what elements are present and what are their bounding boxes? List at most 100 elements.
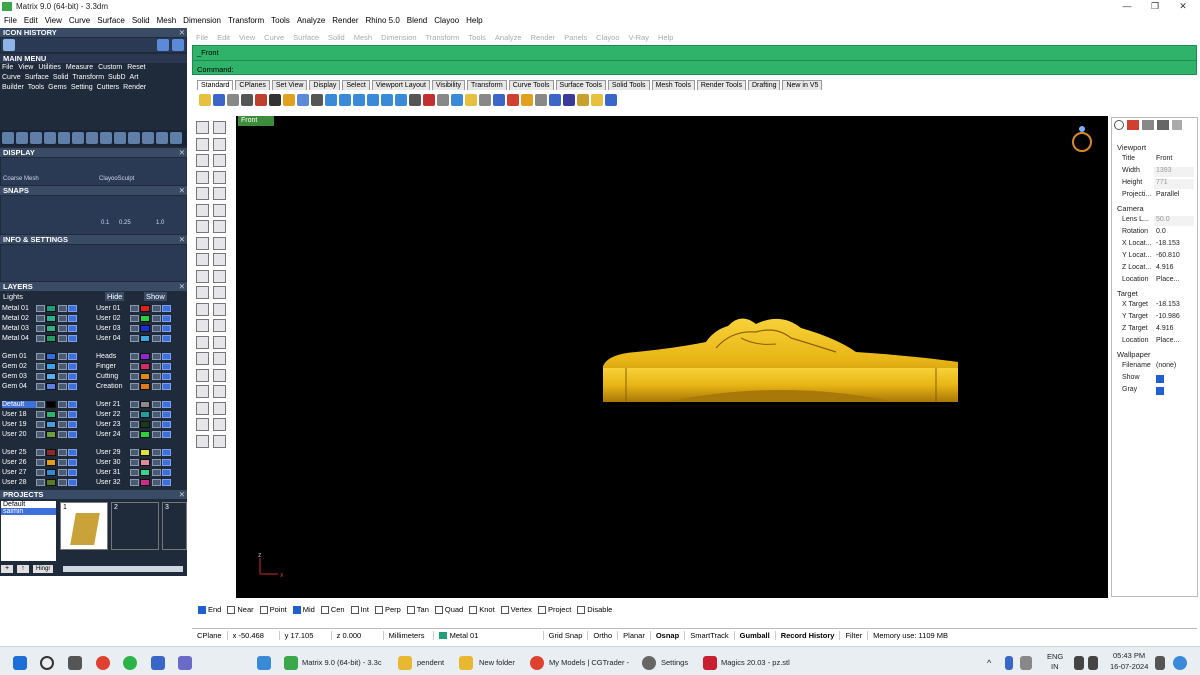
layer-row[interactable]: User 26 xyxy=(2,458,78,467)
property-value[interactable]: 0.0 xyxy=(1154,228,1194,238)
layer-current-toggle[interactable] xyxy=(68,459,77,466)
toolbar-tab[interactable]: Solid Tools xyxy=(607,80,650,90)
side-tool-icon[interactable] xyxy=(196,154,209,167)
layer-row[interactable]: Metal 03 xyxy=(2,324,78,333)
toolbar-tool-icon[interactable] xyxy=(381,93,393,106)
layer-color-swatch[interactable] xyxy=(140,353,150,360)
history-tool-icon[interactable] xyxy=(170,132,182,144)
main-menu-item[interactable]: Render xyxy=(123,84,146,93)
cplane-status[interactable]: CPlane xyxy=(192,630,228,640)
layer-current-toggle[interactable] xyxy=(162,353,171,360)
search-icon[interactable] xyxy=(40,656,54,670)
chrome-icon[interactable] xyxy=(530,656,544,670)
volume-icon[interactable] xyxy=(1088,656,1098,670)
side-tool-icon[interactable] xyxy=(213,154,226,167)
layer-color-swatch[interactable] xyxy=(46,411,56,418)
clock-date[interactable]: 16-07-2024 xyxy=(1110,662,1148,671)
add-project-button[interactable]: + xyxy=(1,565,13,573)
layer-color-swatch[interactable] xyxy=(46,383,56,390)
bluetooth-icon[interactable] xyxy=(1005,656,1013,670)
toolbar-tab[interactable]: Curve Tools xyxy=(508,80,554,90)
history-tool-icon[interactable] xyxy=(128,132,140,144)
layer-current-toggle[interactable] xyxy=(68,353,77,360)
layer-lock-toggle[interactable] xyxy=(152,325,161,332)
main-menu-item[interactable]: Gems xyxy=(48,84,67,93)
main-menu-item[interactable]: Tools xyxy=(28,84,44,93)
property-value[interactable]: 4.916 xyxy=(1154,264,1194,274)
taskbar-matrix[interactable]: Matrix 9.0 (64-bit) - 3.3c xyxy=(302,658,382,667)
toolbar-tool-icon[interactable] xyxy=(283,93,295,106)
layer-color-swatch[interactable] xyxy=(140,459,150,466)
property-value[interactable]: -60.810 xyxy=(1154,252,1194,262)
layer-current-toggle[interactable] xyxy=(68,305,77,312)
side-tool-icon[interactable] xyxy=(213,434,226,448)
toolbar-tool-icon[interactable] xyxy=(241,93,253,106)
osnap-mid[interactable]: Mid xyxy=(292,605,315,614)
menu-rhino-5-0[interactable]: Rhino 5.0 xyxy=(366,16,400,25)
property-value[interactable]: -18.153 xyxy=(1154,301,1194,311)
layer-color-swatch[interactable] xyxy=(46,305,56,312)
layer-color-swatch[interactable] xyxy=(46,363,56,370)
toolbar-tool-icon[interactable] xyxy=(563,93,575,106)
menu-tools[interactable]: Tools xyxy=(271,16,290,25)
toolbar-tool-icon[interactable] xyxy=(465,93,477,106)
show-layers-button[interactable]: Show xyxy=(144,292,167,301)
toolbar-tool-icon[interactable] xyxy=(227,93,239,106)
toolbar-tool-icon[interactable] xyxy=(591,93,603,106)
layer-visibility-toggle[interactable] xyxy=(130,401,139,408)
show-checkbox[interactable] xyxy=(1156,375,1164,383)
osnap-tan[interactable]: Tan xyxy=(406,605,429,614)
layer-current-toggle[interactable] xyxy=(162,421,171,428)
side-tool-icon[interactable] xyxy=(196,335,209,349)
layer-lock-toggle[interactable] xyxy=(152,373,161,380)
menu-view[interactable]: View xyxy=(45,16,62,25)
layer-lock-toggle[interactable] xyxy=(58,421,67,428)
side-tool-icon[interactable] xyxy=(213,352,226,365)
toolbar-tool-icon[interactable] xyxy=(367,93,379,106)
side-tool-icon[interactable] xyxy=(213,220,226,233)
upload-project-button[interactable]: ↑ xyxy=(17,565,29,573)
osnap-checkbox[interactable] xyxy=(292,605,301,614)
layer-current-toggle[interactable] xyxy=(162,363,171,370)
toolbar-tool-icon[interactable] xyxy=(255,93,267,106)
project-scrollbar[interactable] xyxy=(63,566,184,572)
layer-visibility-toggle[interactable] xyxy=(36,383,45,390)
layer-visibility-toggle[interactable] xyxy=(36,479,45,486)
toolbar-tab[interactable]: Viewport Layout xyxy=(371,80,430,90)
layer-row[interactable]: User 21 xyxy=(96,400,172,409)
layer-current-toggle[interactable] xyxy=(162,335,171,342)
osnap-end[interactable]: End xyxy=(198,605,221,614)
layer-color-swatch[interactable] xyxy=(140,431,150,438)
toolbar-tool-icon[interactable] xyxy=(479,93,491,106)
smarttrack-toggle[interactable]: SmartTrack xyxy=(685,630,735,640)
layer-row[interactable]: Metal 01 xyxy=(2,304,78,313)
layer-color-swatch[interactable] xyxy=(140,421,150,428)
layer-lock-toggle[interactable] xyxy=(58,449,67,456)
layer-color-swatch[interactable] xyxy=(140,325,150,332)
property-value[interactable]: 771 xyxy=(1154,179,1194,189)
layer-visibility-toggle[interactable] xyxy=(36,459,45,466)
layer-current-toggle[interactable] xyxy=(162,469,171,476)
toolbar-tool-icon[interactable] xyxy=(297,93,309,106)
layer-visibility-toggle[interactable] xyxy=(130,421,139,428)
menu-surface[interactable]: Surface xyxy=(97,16,125,25)
project-item[interactable]: Default xyxy=(1,501,56,508)
layer-current-toggle[interactable] xyxy=(162,325,171,332)
main-menu-item[interactable]: Setting xyxy=(71,84,93,93)
layer-color-swatch[interactable] xyxy=(140,479,150,486)
layer-color-swatch[interactable] xyxy=(46,335,56,342)
wifi-icon[interactable] xyxy=(1074,656,1084,670)
layer-row[interactable]: Creation xyxy=(96,382,172,391)
layer-current-toggle[interactable] xyxy=(162,449,171,456)
side-tool-icon[interactable] xyxy=(213,203,226,217)
layer-row[interactable]: User 32 xyxy=(96,478,172,487)
toolbar-tab[interactable]: Transform xyxy=(467,80,507,90)
settings-gear-icon[interactable] xyxy=(642,656,656,670)
project-slot-1[interactable]: 1 xyxy=(60,502,108,550)
layer-row[interactable]: Gem 01 xyxy=(2,352,78,361)
main-menu-item[interactable]: Curve xyxy=(2,74,21,83)
layer-visibility-toggle[interactable] xyxy=(130,469,139,476)
layer-visibility-toggle[interactable] xyxy=(130,373,139,380)
filter-toggle[interactable]: Filter xyxy=(840,630,869,640)
side-tool-icon[interactable] xyxy=(196,253,209,266)
